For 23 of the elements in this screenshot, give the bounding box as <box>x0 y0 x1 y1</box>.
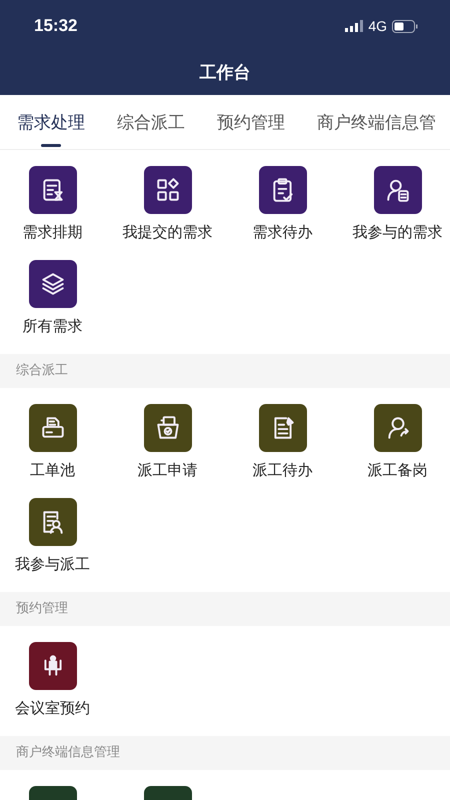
battery-icon <box>392 20 418 32</box>
shortcut-item[interactable]: 会议室预约 <box>0 642 110 720</box>
page-title: 工作台 <box>200 62 250 84</box>
section-header: 商户终端信息管理 <box>0 736 450 770</box>
shortcut-item[interactable]: 我参与派工 <box>0 498 110 576</box>
section-header: 综合派工 <box>0 354 450 388</box>
shortcut-item[interactable]: 派工申请 <box>110 404 225 482</box>
section-header: 预约管理 <box>0 592 450 626</box>
tab[interactable]: 需求处理 <box>7 95 95 149</box>
network-label: 4G <box>368 18 387 34</box>
shortcut-item[interactable]: 所有需求 <box>0 260 110 338</box>
shortcut-item[interactable]: 需求排期 <box>0 166 110 244</box>
shortcut-item[interactable]: 我提交的需求 <box>110 166 225 244</box>
shortcut-item[interactable]: 派工待办 <box>225 404 340 482</box>
shortcut-item[interactable]: 派工备岗 <box>340 404 450 482</box>
shortcut-item[interactable]: 需求待办 <box>225 166 340 244</box>
shortcut-item[interactable]: 工单池 <box>0 404 110 482</box>
tab[interactable]: 预约管理 <box>207 95 295 149</box>
signal-icon <box>345 20 364 32</box>
tab[interactable]: 综合派工 <box>107 95 195 149</box>
status-time: 15:32 <box>34 16 78 36</box>
shortcut-item[interactable]: 我参与的需求 <box>340 166 450 244</box>
tab[interactable]: 商户终端信息管 <box>307 95 446 149</box>
